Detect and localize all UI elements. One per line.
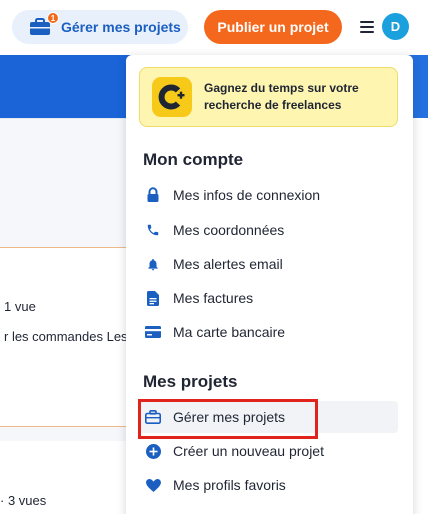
manage-projects-label: Gérer mes projets (61, 19, 181, 35)
manage-projects-button[interactable]: 1 Gérer mes projets (12, 10, 188, 44)
account-dropdown-menu: Gagnez du temps sur votre recherche de f… (126, 55, 413, 514)
credit-card-icon (145, 324, 161, 340)
menu-item-contact-details[interactable]: Mes coordonnées (139, 214, 398, 246)
views-count: 1 vue (4, 299, 36, 314)
projects-section-title: Mes projets (143, 372, 238, 391)
briefcase-icon: 1 (29, 12, 59, 36)
background-band (0, 427, 140, 441)
menu-item-invoices[interactable]: Mes factures (139, 282, 398, 314)
views-count: · 3 vues (0, 493, 47, 508)
menu-item-email-alerts[interactable]: Mes alertes email (139, 248, 398, 280)
background-band (0, 119, 140, 247)
notification-badge: 1 (47, 12, 59, 24)
briefcase-icon (145, 409, 161, 425)
promo-text: Gagnez du temps sur votre recherche de f… (204, 81, 359, 112)
top-header: 1 Gérer mes projets Publier un projet D (0, 0, 428, 55)
heart-icon (145, 477, 161, 493)
account-section-title: Mon compte (143, 150, 244, 169)
hamburger-menu-icon[interactable] (360, 21, 374, 33)
menu-item-create-project[interactable]: Créer un nouveau projet (139, 435, 398, 467)
menu-item-favorite-profiles[interactable]: Mes profils favoris (139, 469, 398, 501)
menu-item-manage-projects[interactable]: Gérer mes projets (139, 401, 398, 433)
publish-project-button[interactable]: Publier un projet (204, 10, 342, 44)
project-snippet: r les commandes Les (4, 329, 128, 344)
promo-banner[interactable]: Gagnez du temps sur votre recherche de f… (139, 67, 398, 127)
phone-icon (145, 222, 161, 238)
invoice-icon (145, 290, 161, 306)
menu-item-login-info[interactable]: Mes infos de connexion (139, 179, 398, 211)
divider (0, 247, 140, 248)
lock-icon (145, 187, 161, 203)
bell-icon (145, 256, 161, 272)
avatar[interactable]: D (382, 13, 409, 40)
menu-item-bank-card[interactable]: Ma carte bancaire (139, 316, 398, 348)
plus-circle-icon (145, 443, 161, 459)
brand-logo-icon (152, 77, 192, 117)
